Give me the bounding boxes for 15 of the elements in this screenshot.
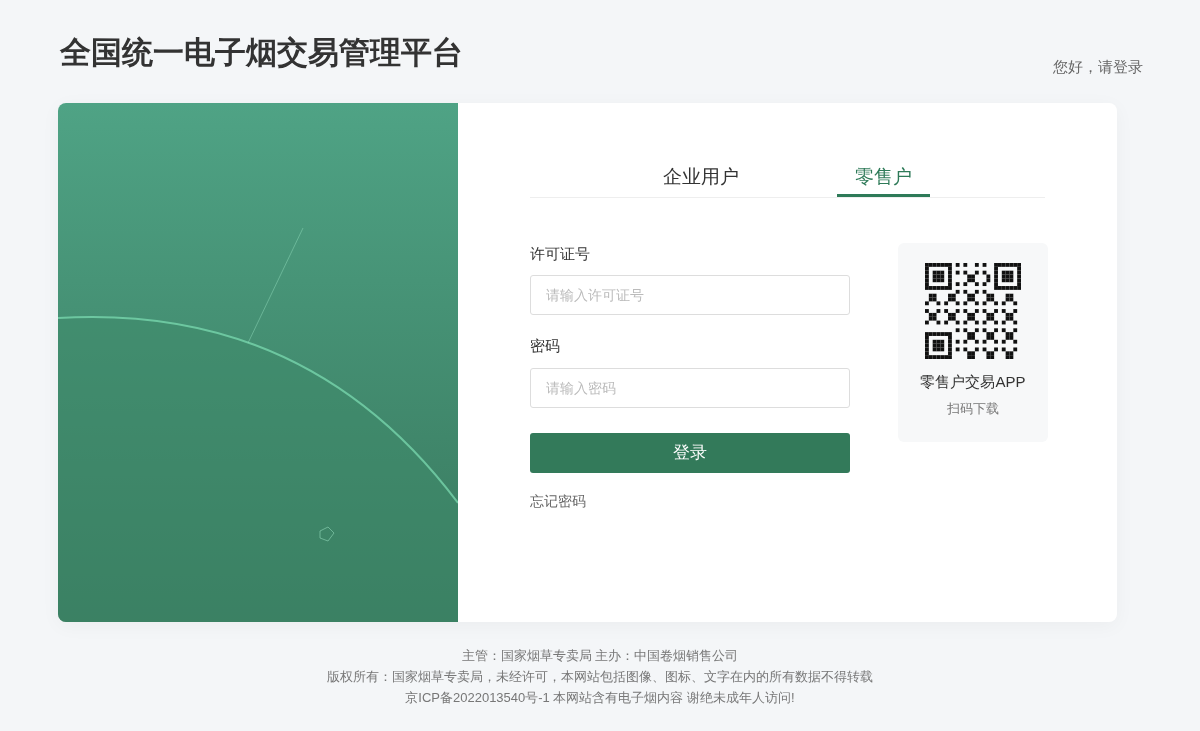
qr-title: 零售户交易APP [920, 371, 1026, 392]
field-label: 许可证号 [530, 243, 591, 264]
input-field[interactable]: 请输入密码 [530, 367, 850, 408]
field-label: 密码 [530, 336, 561, 356]
forgot-password-link[interactable]: 忘记密码 [530, 490, 850, 512]
footer-text: 版权所有：国家烟草专卖局，未经许可，本网站包括图像、图标、文字在内的所有数据不得转载 [327, 668, 873, 686]
tab[interactable]: 企业用户 [645, 163, 757, 197]
site-title: 全国统一电子烟交易管理平台 [60, 37, 463, 68]
qr-caption: 扫码下载 [947, 400, 999, 418]
footer-text: 京ICP备2022013540号-1 本网站含有电子烟内容 谢绝未成年人访问! [405, 689, 795, 707]
tab[interactable]: 零售户 [837, 163, 930, 197]
login-greeting[interactable]: 您好，请登录 [1053, 55, 1143, 78]
input-field[interactable]: 请输入许可证号 [530, 275, 850, 315]
login-button[interactable]: 登录 [530, 432, 850, 473]
footer-text: 主管：国家烟草专卖局 主办：中国卷烟销售公司 [461, 647, 739, 665]
